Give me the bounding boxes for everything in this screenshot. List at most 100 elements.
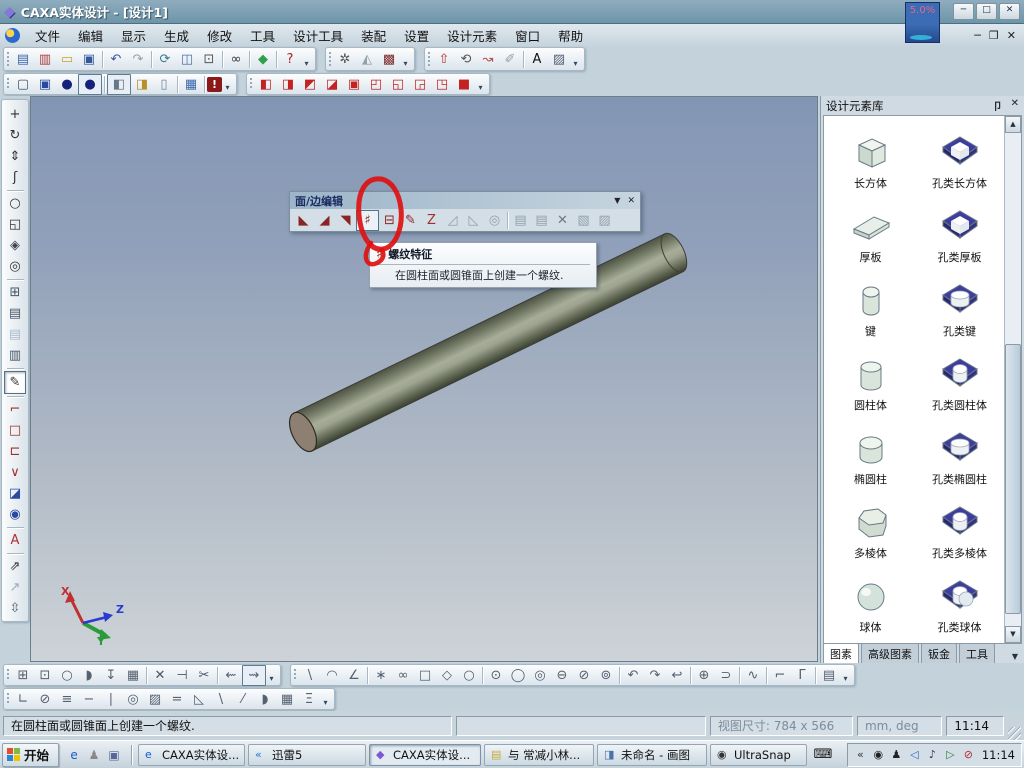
task-thunder5[interactable]: « 迅雷5 (248, 743, 367, 766)
toolbar-overflow-icon[interactable]: ▾ (301, 59, 312, 70)
lib-cylinder[interactable]: 圆柱体 (826, 340, 915, 414)
wave-icon[interactable]: ∿ (742, 666, 764, 685)
curve-fit-icon[interactable]: ⊃ (715, 666, 737, 685)
sketch-move-icon[interactable]: ↧ (100, 666, 122, 685)
pin-icon[interactable]: 卩 (993, 98, 1003, 113)
mdi-close-button[interactable]: ✕ (1007, 29, 1016, 42)
property-sheet-icon[interactable]: ▦ (180, 75, 202, 94)
red-cube-op-8-icon[interactable]: ◲ (409, 75, 431, 94)
new-view-icon[interactable]: ⊞ (5, 282, 25, 303)
toolbar-menu-button[interactable]: ▼ (614, 196, 620, 206)
measure-one-icon[interactable]: ↗ (5, 577, 25, 598)
blocked-tray-icon[interactable]: ⊘ (961, 747, 976, 763)
direction-1-icon[interactable]: ⇜ (220, 666, 242, 685)
animation-icon[interactable]: ✲ (334, 50, 356, 69)
edit-feature-icon[interactable]: ✎ (4, 371, 26, 394)
redo-icon[interactable]: ↷ (127, 50, 149, 69)
start-button[interactable]: 开始 (2, 742, 60, 767)
work-plane-icon[interactable]: ◆ (252, 50, 274, 69)
round-face-icon[interactable]: ◉ (5, 504, 25, 525)
trim-icon[interactable]: ⊣ (171, 666, 193, 685)
elevate-view-icon[interactable]: ⇕ (5, 146, 25, 167)
task-ultrasnap[interactable]: ◉ UltraSnap (710, 743, 808, 766)
rect-dimension-icon[interactable]: □ (5, 420, 25, 441)
new-file-icon[interactable]: ▤ (12, 50, 34, 69)
menu-assembly[interactable]: 装配 (352, 24, 395, 47)
angle-constraint-icon[interactable]: ◺ (188, 690, 210, 709)
menu-view[interactable]: 显示 (112, 24, 155, 47)
menu-design-tools[interactable]: 设计工具 (284, 24, 352, 47)
lib-elliptic-cylinder[interactable]: 椭圆柱 (826, 414, 915, 488)
perpendicular-icon[interactable]: ∟ (12, 690, 34, 709)
shadow-render-icon[interactable]: ◭ (356, 50, 378, 69)
toolbar-overflow-icon[interactable]: ▾ (222, 83, 233, 94)
red-cube-op-2-icon[interactable]: ◨ (277, 75, 299, 94)
edge-fillet-icon[interactable]: ◢ (314, 211, 335, 230)
red-cube-op-3-icon[interactable]: ◩ (299, 75, 321, 94)
toolbar-overflow-icon[interactable]: ▾ (400, 59, 411, 70)
patch-face-icon[interactable]: ▨ (594, 211, 615, 230)
scroll-down-button[interactable]: ▼ (1005, 626, 1021, 643)
break-icon[interactable]: ✂ (193, 666, 215, 685)
rectangle-icon[interactable]: □ (414, 666, 436, 685)
lib-hole-cylinder[interactable]: 孔类圆柱体 (915, 340, 1004, 414)
ultrasnap-tray-icon[interactable]: ◉ (871, 747, 886, 763)
camera-off-icon[interactable]: ▤ (5, 324, 25, 345)
zoom-icon[interactable]: ○ (5, 193, 25, 214)
circle-3pt-icon[interactable]: ◎ (529, 666, 551, 685)
copy-icon[interactable]: ◫ (176, 50, 198, 69)
search-icon[interactable]: ∞ (225, 50, 247, 69)
vertical-icon[interactable]: ∣ (100, 690, 122, 709)
context-help-icon[interactable]: ? (279, 50, 301, 69)
tab-primitives[interactable]: 图素 (823, 643, 859, 663)
polygon-icon[interactable]: ○ (458, 666, 480, 685)
face-select-icon[interactable]: ◪ (5, 483, 25, 504)
menu-modify[interactable]: 修改 (198, 24, 241, 47)
undo-icon[interactable]: ↶ (105, 50, 127, 69)
arc-continue-icon[interactable]: ↩ (666, 666, 688, 685)
cross-icon[interactable]: ⁄ (232, 690, 254, 709)
edge-chamfer-icon[interactable]: ◥ (335, 211, 356, 230)
face-offset-icon[interactable]: ▤ (531, 211, 552, 230)
scrollbar-thumb[interactable] (1005, 344, 1021, 614)
menu-tools[interactable]: 工具 (241, 24, 284, 47)
sketch-mirror-icon[interactable]: ◗ (78, 666, 100, 685)
wireframe-hidden-icon[interactable]: ▣ (34, 75, 56, 94)
face-copy-icon[interactable]: ▤ (510, 211, 531, 230)
lib-hole-slab[interactable]: 孔类厚板 (915, 192, 1004, 266)
zoom-target-icon[interactable]: ◎ (5, 256, 25, 277)
sketch-grid-icon[interactable]: ⊞ (12, 666, 34, 685)
remove-face-icon[interactable]: ✕ (552, 211, 573, 230)
tangent-circles-icon[interactable]: ∞ (392, 666, 414, 685)
circle-center-icon[interactable]: ⊙ (485, 666, 507, 685)
sketch-stamp-icon[interactable]: ▦ (122, 666, 144, 685)
lib-key[interactable]: 键 (826, 266, 915, 340)
panel-close-icon[interactable]: ✕ (1011, 98, 1019, 113)
menu-generate[interactable]: 生成 (155, 24, 198, 47)
tab-tools[interactable]: 工具 (959, 643, 995, 663)
arc-ccw-icon[interactable]: ↶ (622, 666, 644, 685)
viewport-3d[interactable]: X Y Z 面/边编辑 ▼ ✕ ◣ ◢ ◥ ♯ ⊟ ✎ Z ◿ ◺ ◎ ▤ ▤ ✕ ▧ ▨ ♯ 螺纹特征 在… (30, 96, 818, 662)
arc-icon[interactable]: ◠ (321, 666, 343, 685)
ellipse-axis-icon[interactable]: ⊘ (573, 666, 595, 685)
task-paint[interactable]: ◨ 未命名 - 画图 (597, 743, 708, 766)
minimize-button[interactable]: ─ (953, 3, 974, 20)
line-icon[interactable]: \ (299, 666, 321, 685)
diamond-icon[interactable]: ◇ (436, 666, 458, 685)
smooth-shade-edges-icon[interactable]: ● (78, 73, 102, 95)
red-cube-op-1-icon[interactable]: ◧ (255, 75, 277, 94)
volume-muted-icon[interactable]: ♪ (925, 747, 940, 763)
annotation-icon[interactable]: A (5, 530, 25, 551)
corner-dimension-icon[interactable]: ⌐ (5, 399, 25, 420)
menu-design-elements[interactable]: 设计元素 (438, 24, 506, 47)
face-edge-edit-titlebar[interactable]: 面/边编辑 ▼ ✕ (290, 192, 640, 209)
symmetric-icon[interactable]: ◗ (254, 690, 276, 709)
tab-advanced-primitives[interactable]: 高级图素 (861, 643, 919, 663)
lib-hole-sphere[interactable]: 孔类球体 (915, 562, 1004, 636)
ellipse-arc-icon[interactable]: ⊚ (595, 666, 617, 685)
red-cube-op-9-icon[interactable]: ◳ (431, 75, 453, 94)
slope-icon[interactable]: \ (210, 690, 232, 709)
messenger-quicklaunch-icon[interactable]: ♟ (85, 746, 103, 764)
sweep-icon[interactable]: ↝ (477, 50, 499, 69)
save-icon[interactable]: ▣ (78, 50, 100, 69)
